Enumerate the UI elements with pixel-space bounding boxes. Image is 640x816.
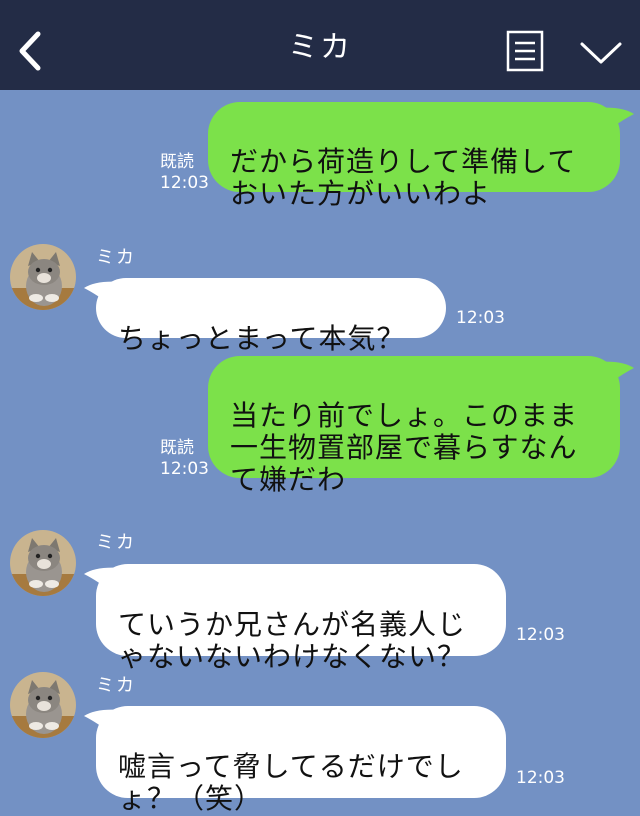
message-text: 当たり前でしょ。このまま 一生物置部屋で暮らすなん て嫌だわ: [230, 399, 579, 496]
message-text: ちょっとまって本気？: [118, 322, 406, 355]
message-meta: 既読 12:03: [160, 152, 209, 194]
menu-button[interactable]: [506, 30, 544, 72]
chat-header: ミカ: [0, 0, 640, 90]
incoming-message-bubble[interactable]: ちょっとまって本気？: [96, 278, 446, 355]
outgoing-message-bubble[interactable]: だから荷造りして準備して おいた方がいいわよ: [208, 102, 620, 210]
sender-name: ミカ: [96, 532, 136, 553]
message-text: 嘘言って脅してるだけでし ょ？（笑）: [118, 750, 464, 815]
back-button[interactable]: [14, 30, 48, 72]
sender-name: ミカ: [96, 247, 136, 268]
avatar[interactable]: [10, 530, 76, 596]
avatar[interactable]: [10, 672, 76, 738]
outgoing-message-bubble[interactable]: 当たり前でしょ。このまま 一生物置部屋で暮らすなん て嫌だわ: [208, 356, 620, 496]
message-time: 12:03: [160, 173, 209, 193]
bubble-tail: [596, 107, 634, 132]
bubble-tail: [596, 361, 634, 386]
menu-list-icon: [506, 30, 544, 72]
cat-avatar-icon: [10, 530, 76, 596]
chevron-down-icon: [580, 42, 622, 64]
message-time: 12:03: [516, 625, 565, 645]
read-receipt: 既読: [160, 152, 194, 172]
read-receipt: 既読: [160, 438, 194, 458]
avatar[interactable]: [10, 244, 76, 310]
incoming-message-bubble[interactable]: 嘘言って脅してるだけでし ょ？（笑）: [96, 706, 506, 815]
collapse-button[interactable]: [578, 38, 624, 68]
message-meta: 既読 12:03: [160, 438, 209, 480]
chat-title: ミカ: [288, 30, 352, 65]
sender-name: ミカ: [96, 675, 136, 696]
cat-avatar-icon: [10, 244, 76, 310]
cat-avatar-icon: [10, 672, 76, 738]
incoming-message-bubble[interactable]: ていうか兄さんが名義人じ ゃないないわけなくない？: [96, 564, 506, 673]
message-text: ていうか兄さんが名義人じ ゃないないわけなくない？: [118, 608, 467, 673]
chevron-left-icon: [19, 31, 41, 71]
message-time: 12:03: [456, 308, 505, 328]
message-time: 12:03: [516, 768, 565, 788]
message-time: 12:03: [160, 459, 209, 479]
message-text: だから荷造りして準備して おいた方がいいわよ: [230, 145, 577, 210]
